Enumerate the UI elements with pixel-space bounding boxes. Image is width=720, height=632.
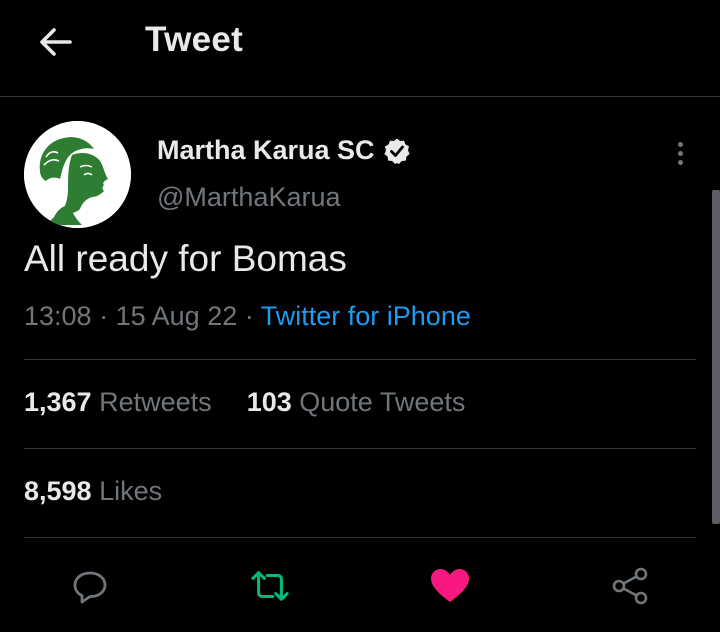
- like-button[interactable]: [430, 566, 470, 606]
- likes-count: 8,598: [24, 476, 92, 506]
- share-button[interactable]: [610, 566, 650, 606]
- retweet-button[interactable]: [250, 566, 290, 606]
- avatar[interactable]: [24, 121, 131, 228]
- back-button[interactable]: [36, 24, 76, 60]
- more-dot-icon: [677, 141, 683, 147]
- more-options-button[interactable]: [665, 138, 695, 168]
- retweets-count: 1,367: [24, 387, 92, 417]
- reply-icon: [73, 571, 107, 604]
- divider: [24, 359, 696, 360]
- top-bar: Tweet: [0, 0, 720, 97]
- tweet-time: 13:08: [24, 301, 92, 331]
- more-dot-icon: [677, 150, 683, 156]
- page-title: Tweet: [145, 20, 244, 59]
- divider: [24, 537, 696, 538]
- avatar-portrait-icon: [24, 121, 131, 228]
- share-icon: [612, 567, 648, 605]
- likes-label: Likes: [99, 476, 163, 506]
- tweet-actions-bar: [0, 556, 720, 616]
- meta-separator: ·: [99, 301, 109, 331]
- meta-separator: ·: [244, 301, 254, 331]
- tweet-source-link[interactable]: Twitter for iPhone: [261, 301, 471, 331]
- divider: [24, 448, 696, 449]
- tweet-date: 15 Aug 22: [115, 301, 238, 331]
- retweets-label: Retweets: [99, 387, 212, 417]
- tweet-meta: 13:08 · 15 Aug 22 · Twitter for iPhone: [24, 301, 471, 332]
- tweet-text: All ready for Bomas: [24, 238, 347, 279]
- heart-icon: [431, 569, 469, 602]
- reply-button[interactable]: [70, 566, 110, 606]
- retweets-stat[interactable]: 1,367 Retweets: [24, 387, 212, 417]
- verified-badge-icon: [383, 138, 410, 164]
- likes-stat[interactable]: 8,598 Likes: [24, 476, 162, 507]
- quote-tweets-count: 103: [246, 387, 292, 417]
- engagement-stats: 1,367 Retweets 103 Quote Tweets: [24, 387, 465, 418]
- scrollbar[interactable]: [712, 190, 720, 524]
- retweet-icon: [251, 571, 289, 601]
- quote-tweets-stat[interactable]: 103 Quote Tweets: [247, 387, 466, 417]
- author-name-row[interactable]: Martha Karua SC: [157, 135, 411, 166]
- author-name[interactable]: Martha Karua SC: [157, 135, 375, 166]
- arrow-left-icon: [40, 28, 72, 56]
- more-dot-icon: [677, 159, 683, 165]
- quote-tweets-label: Quote Tweets: [299, 387, 466, 417]
- author-handle[interactable]: @MarthaKarua: [157, 182, 341, 213]
